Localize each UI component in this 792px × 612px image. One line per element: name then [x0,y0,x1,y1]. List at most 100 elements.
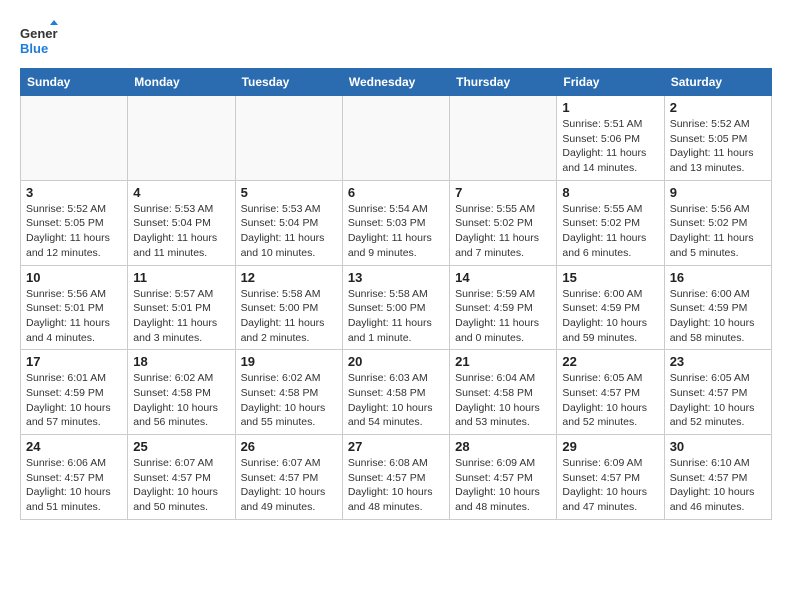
calendar-cell: 12 Sunrise: 5:58 AM Sunset: 5:00 PM Dayli… [235,265,342,350]
day-info: Sunrise: 5:57 AM Sunset: 5:01 PM Dayligh… [133,287,229,346]
calendar-cell: 5 Sunrise: 5:53 AM Sunset: 5:04 PM Daylig… [235,180,342,265]
weekday-header: Thursday [450,69,557,96]
day-number: 12 [241,270,337,285]
day-number: 2 [670,100,766,115]
calendar-cell [450,96,557,181]
calendar-cell [21,96,128,181]
page-header: General Blue [20,20,772,58]
calendar-cell: 3 Sunrise: 5:52 AM Sunset: 5:05 PM Daylig… [21,180,128,265]
calendar-week-row: 10 Sunrise: 5:56 AM Sunset: 5:01 PM Dayli… [21,265,772,350]
day-info: Sunrise: 6:01 AM Sunset: 4:59 PM Dayligh… [26,371,122,430]
day-number: 8 [562,185,658,200]
calendar-cell: 25 Sunrise: 6:07 AM Sunset: 4:57 PM Dayli… [128,435,235,520]
weekday-header: Wednesday [342,69,449,96]
day-info: Sunrise: 6:05 AM Sunset: 4:57 PM Dayligh… [562,371,658,430]
day-info: Sunrise: 6:08 AM Sunset: 4:57 PM Dayligh… [348,456,444,515]
weekday-header: Tuesday [235,69,342,96]
calendar-week-row: 3 Sunrise: 5:52 AM Sunset: 5:05 PM Daylig… [21,180,772,265]
day-info: Sunrise: 5:56 AM Sunset: 5:01 PM Dayligh… [26,287,122,346]
day-info: Sunrise: 6:06 AM Sunset: 4:57 PM Dayligh… [26,456,122,515]
calendar-cell: 17 Sunrise: 6:01 AM Sunset: 4:59 PM Dayli… [21,350,128,435]
calendar-cell: 6Sunrise: 5:54 AM Sunset: 5:03 PM Daylig… [342,180,449,265]
calendar-cell: 28 Sunrise: 6:09 AM Sunset: 4:57 PM Dayli… [450,435,557,520]
day-info: Sunrise: 6:07 AM Sunset: 4:57 PM Dayligh… [133,456,229,515]
day-number: 3 [26,185,122,200]
day-number: 1 [562,100,658,115]
day-info: Sunrise: 6:00 AM Sunset: 4:59 PM Dayligh… [562,287,658,346]
day-info: Sunrise: 5:59 AM Sunset: 4:59 PM Dayligh… [455,287,551,346]
day-number: 17 [26,354,122,369]
day-number: 15 [562,270,658,285]
calendar-cell: 4Sunrise: 5:53 AM Sunset: 5:04 PM Daylig… [128,180,235,265]
day-number: 22 [562,354,658,369]
calendar-week-row: 1 Sunrise: 5:51 AM Sunset: 5:06 PM Daylig… [21,96,772,181]
weekday-header-row: SundayMondayTuesdayWednesdayThursdayFrid… [21,69,772,96]
calendar-cell: 19Sunrise: 6:02 AM Sunset: 4:58 PM Dayli… [235,350,342,435]
calendar-cell [235,96,342,181]
day-info: Sunrise: 6:02 AM Sunset: 4:58 PM Dayligh… [241,371,337,430]
calendar-week-row: 17 Sunrise: 6:01 AM Sunset: 4:59 PM Dayli… [21,350,772,435]
calendar-cell: 22 Sunrise: 6:05 AM Sunset: 4:57 PM Dayli… [557,350,664,435]
calendar-cell: 11Sunrise: 5:57 AM Sunset: 5:01 PM Dayli… [128,265,235,350]
day-info: Sunrise: 5:58 AM Sunset: 5:00 PM Dayligh… [241,287,337,346]
day-number: 16 [670,270,766,285]
day-number: 9 [670,185,766,200]
day-number: 7 [455,185,551,200]
day-number: 6 [348,185,444,200]
calendar-cell: 1 Sunrise: 5:51 AM Sunset: 5:06 PM Daylig… [557,96,664,181]
day-info: Sunrise: 6:07 AM Sunset: 4:57 PM Dayligh… [241,456,337,515]
day-number: 18 [133,354,229,369]
calendar-week-row: 24 Sunrise: 6:06 AM Sunset: 4:57 PM Dayli… [21,435,772,520]
calendar-table: SundayMondayTuesdayWednesdayThursdayFrid… [20,68,772,520]
day-number: 13 [348,270,444,285]
calendar-cell: 30 Sunrise: 6:10 AM Sunset: 4:57 PM Dayli… [664,435,771,520]
day-number: 25 [133,439,229,454]
day-number: 24 [26,439,122,454]
calendar-cell: 24 Sunrise: 6:06 AM Sunset: 4:57 PM Dayli… [21,435,128,520]
day-info: Sunrise: 6:09 AM Sunset: 4:57 PM Dayligh… [455,456,551,515]
day-info: Sunrise: 5:58 AM Sunset: 5:00 PM Dayligh… [348,287,444,346]
weekday-header: Friday [557,69,664,96]
logo-bird-icon: General Blue [20,20,58,58]
weekday-header: Monday [128,69,235,96]
logo: General Blue [20,20,58,58]
day-number: 21 [455,354,551,369]
calendar-cell: 16Sunrise: 6:00 AM Sunset: 4:59 PM Dayli… [664,265,771,350]
calendar-cell: 9Sunrise: 5:56 AM Sunset: 5:02 PM Daylig… [664,180,771,265]
day-info: Sunrise: 5:51 AM Sunset: 5:06 PM Dayligh… [562,117,658,176]
weekday-header: Saturday [664,69,771,96]
calendar-cell: 29Sunrise: 6:09 AM Sunset: 4:57 PM Dayli… [557,435,664,520]
day-info: Sunrise: 5:52 AM Sunset: 5:05 PM Dayligh… [26,202,122,261]
day-info: Sunrise: 6:10 AM Sunset: 4:57 PM Dayligh… [670,456,766,515]
calendar-cell: 15 Sunrise: 6:00 AM Sunset: 4:59 PM Dayli… [557,265,664,350]
calendar-cell: 23Sunrise: 6:05 AM Sunset: 4:57 PM Dayli… [664,350,771,435]
svg-text:Blue: Blue [20,41,48,56]
calendar-cell: 14Sunrise: 5:59 AM Sunset: 4:59 PM Dayli… [450,265,557,350]
calendar-cell [128,96,235,181]
day-info: Sunrise: 5:55 AM Sunset: 5:02 PM Dayligh… [455,202,551,261]
svg-text:General: General [20,26,58,41]
calendar-cell: 20 Sunrise: 6:03 AM Sunset: 4:58 PM Dayli… [342,350,449,435]
calendar-cell: 18 Sunrise: 6:02 AM Sunset: 4:58 PM Dayli… [128,350,235,435]
calendar-cell: 21Sunrise: 6:04 AM Sunset: 4:58 PM Dayli… [450,350,557,435]
day-info: Sunrise: 5:52 AM Sunset: 5:05 PM Dayligh… [670,117,766,176]
day-info: Sunrise: 6:02 AM Sunset: 4:58 PM Dayligh… [133,371,229,430]
logo: General Blue [20,20,58,58]
day-number: 10 [26,270,122,285]
day-number: 26 [241,439,337,454]
day-number: 30 [670,439,766,454]
calendar-cell: 10 Sunrise: 5:56 AM Sunset: 5:01 PM Dayli… [21,265,128,350]
day-info: Sunrise: 6:03 AM Sunset: 4:58 PM Dayligh… [348,371,444,430]
calendar-cell: 7 Sunrise: 5:55 AM Sunset: 5:02 PM Daylig… [450,180,557,265]
day-number: 5 [241,185,337,200]
day-info: Sunrise: 5:55 AM Sunset: 5:02 PM Dayligh… [562,202,658,261]
day-number: 29 [562,439,658,454]
day-info: Sunrise: 5:53 AM Sunset: 5:04 PM Dayligh… [241,202,337,261]
day-number: 28 [455,439,551,454]
calendar-cell [342,96,449,181]
calendar-cell: 26 Sunrise: 6:07 AM Sunset: 4:57 PM Dayli… [235,435,342,520]
calendar-cell: 2 Sunrise: 5:52 AM Sunset: 5:05 PM Daylig… [664,96,771,181]
day-info: Sunrise: 5:53 AM Sunset: 5:04 PM Dayligh… [133,202,229,261]
day-number: 20 [348,354,444,369]
day-info: Sunrise: 6:05 AM Sunset: 4:57 PM Dayligh… [670,371,766,430]
